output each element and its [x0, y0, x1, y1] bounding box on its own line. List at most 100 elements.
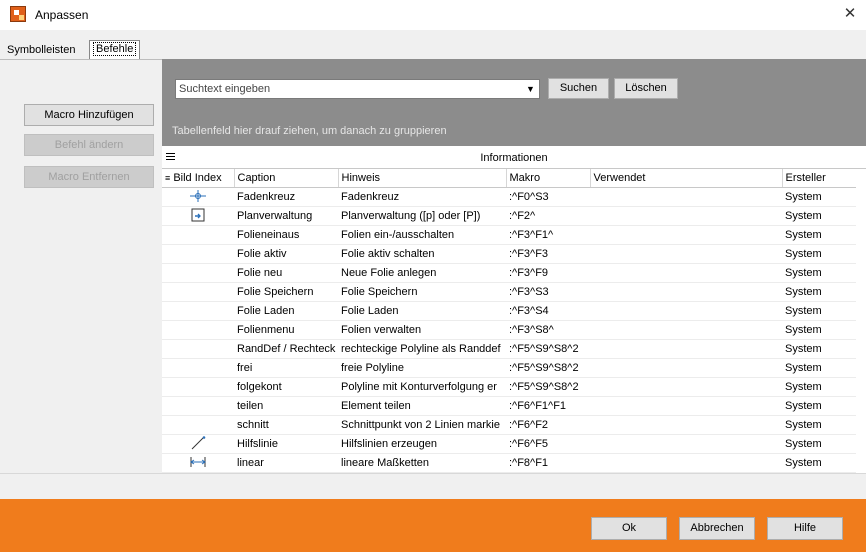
cell-caption: Hilfslinie: [234, 434, 338, 454]
cell-verwendet: [590, 206, 782, 226]
cell-verwendet: [590, 415, 782, 435]
cell-bild-index: [162, 396, 234, 416]
cell-hinweis: Fadenkreuz: [338, 187, 506, 207]
cell-bild-index: [162, 415, 234, 435]
cell-makro: :^F8^F1: [506, 453, 590, 473]
cell-verwendet: [590, 339, 782, 359]
remove-macro-button[interactable]: Macro Entfernen: [24, 166, 154, 188]
cell-ersteller: System: [782, 244, 866, 264]
table-row[interactable]: Hilfslinie Hilfslinien erzeugen:^F6^F5 Sys…: [162, 434, 866, 454]
edit-command-button[interactable]: Befehl ändern: [24, 134, 154, 156]
table-row[interactable]: Fadenkreuz Fadenkreuz:^F0^S3 System: [162, 187, 866, 207]
table-row[interactable]: Folie Speichern Folie Speichern:^F3^S3 Sys…: [162, 282, 866, 302]
table-row[interactable]: Folie Laden Folie Laden:^F3^S4 System: [162, 301, 866, 321]
table-row[interactable]: RandDef / Rechteck rechteckige Polyline a…: [162, 339, 866, 359]
column-header-hinweis[interactable]: Hinweis: [338, 169, 507, 188]
cell-ersteller: System: [782, 415, 866, 435]
cell-verwendet: [590, 453, 782, 473]
cell-hinweis: rechteckige Polyline als Randdef: [338, 339, 506, 359]
table-header-row: ≡ Bild Index Caption Hinweis Makro Verwe…: [162, 169, 866, 188]
cell-makro: :^F3^F1^: [506, 225, 590, 245]
cell-makro: :^F6^F5: [506, 434, 590, 454]
cell-caption: frei: [234, 358, 338, 378]
cell-ersteller: System: [782, 263, 866, 283]
table-row[interactable]: folgekont Polyline mit Konturverfolgung e…: [162, 377, 866, 397]
cell-makro: :^F3^S3: [506, 282, 590, 302]
add-macro-button[interactable]: Macro Hinzufügen: [24, 104, 154, 126]
table-row[interactable]: Folienmenu Folien verwalten:^F3^S8^ System: [162, 320, 866, 340]
cell-hinweis: Schnittpunkt von 2 Linien markie: [338, 415, 506, 435]
cell-ersteller: System: [782, 339, 866, 359]
column-header-ersteller[interactable]: Ersteller: [782, 169, 866, 188]
column-header-makro[interactable]: Makro: [506, 169, 591, 188]
table-row[interactable]: linear lineare Maßketten:^F8^F1 System: [162, 453, 866, 473]
cell-ersteller: System: [782, 396, 866, 416]
help-button[interactable]: Hilfe: [767, 517, 843, 540]
cell-ersteller: System: [782, 206, 866, 226]
cell-bild-index: [162, 320, 234, 340]
tab-symbolleisten[interactable]: Symbolleisten: [4, 42, 78, 59]
cell-verwendet: [590, 320, 782, 340]
cell-hinweis: freie Polyline: [338, 358, 506, 378]
cell-verwendet: [590, 263, 782, 283]
title-bar: Anpassen ✕: [0, 0, 866, 30]
cell-makro: :^F2^: [506, 206, 590, 226]
vertical-scrollbar[interactable]: [856, 169, 866, 473]
cell-hinweis: Folien ein-/ausschalten: [338, 225, 506, 245]
cell-verwendet: [590, 187, 782, 207]
clear-button[interactable]: Löschen: [614, 78, 678, 99]
linear-dimension-icon: [189, 456, 207, 472]
cell-hinweis: Hilfslinien erzeugen: [338, 434, 506, 454]
tab-befehle-label: Befehle: [93, 42, 137, 56]
search-button[interactable]: Suchen: [548, 78, 609, 99]
tab-befehle[interactable]: Befehle: [89, 40, 141, 60]
cell-bild-index: [162, 206, 234, 226]
cell-hinweis: Polyline mit Konturverfolgung er: [338, 377, 506, 397]
cell-bild-index: [162, 358, 234, 378]
cell-verwendet: [590, 244, 782, 264]
cell-hinweis: Neue Folie anlegen: [338, 263, 506, 283]
table-row[interactable]: Folieneinaus Folien ein-/ausschalten:^F3^…: [162, 225, 866, 245]
cell-caption: folgekont: [234, 377, 338, 397]
cell-verwendet: [590, 434, 782, 454]
cell-makro: :^F3^F9: [506, 263, 590, 283]
cell-ersteller: System: [782, 358, 866, 378]
header-grip-icon: ≡: [165, 173, 171, 183]
cancel-button[interactable]: Abbrechen: [679, 517, 755, 540]
cell-verwendet: [590, 282, 782, 302]
cell-caption: Folie Speichern: [234, 282, 338, 302]
command-table: ≡ Bild Index Caption Hinweis Makro Verwe…: [162, 169, 866, 473]
chevron-down-icon[interactable]: ▼: [522, 80, 539, 98]
column-header-verwendet[interactable]: Verwendet: [590, 169, 783, 188]
table-row[interactable]: teilen Element teilen:^F6^F1^F1 System: [162, 396, 866, 416]
table-row[interactable]: Planverwaltung Planverwaltung ([p] oder […: [162, 206, 866, 226]
cell-ersteller: System: [782, 320, 866, 340]
cell-makro: :^F0^S3: [506, 187, 590, 207]
cell-ersteller: System: [782, 187, 866, 207]
group-by-hint: Tabellenfeld hier drauf ziehen, um danac…: [172, 125, 447, 137]
cell-caption: linear: [234, 453, 338, 473]
close-icon[interactable]: ✕: [840, 4, 860, 24]
table-row[interactable]: Folie neu Neue Folie anlegen:^F3^F9 System: [162, 263, 866, 283]
table-row[interactable]: Folie aktiv Folie aktiv schalten:^F3^F3 Sy…: [162, 244, 866, 264]
plan-manager-icon: [189, 208, 207, 225]
auxiliary-line-icon: [189, 435, 207, 453]
band-label: Informationen: [480, 152, 548, 164]
table-row[interactable]: frei freie Polyline:^F5^S9^S8^2 System: [162, 358, 866, 378]
column-header-caption[interactable]: Caption: [234, 169, 339, 188]
column-header-bild-index[interactable]: ≡ Bild Index: [162, 169, 235, 188]
status-strip: [0, 473, 866, 500]
ok-button[interactable]: Ok: [591, 517, 667, 540]
table-row[interactable]: schnitt Schnittpunkt von 2 Linien markie:…: [162, 415, 866, 435]
cell-makro: :^F3^S4: [506, 301, 590, 321]
cell-ersteller: System: [782, 225, 866, 245]
cell-caption: Planverwaltung: [234, 206, 338, 226]
cell-bild-index: [162, 453, 234, 473]
cell-ersteller: System: [782, 434, 866, 454]
cell-hinweis: Folie Laden: [338, 301, 506, 321]
cell-bild-index: [162, 301, 234, 321]
cell-caption: teilen: [234, 396, 338, 416]
search-input[interactable]: [175, 79, 540, 99]
cell-bild-index: [162, 263, 234, 283]
tab-strip: Symbolleisten Befehle: [0, 40, 866, 60]
